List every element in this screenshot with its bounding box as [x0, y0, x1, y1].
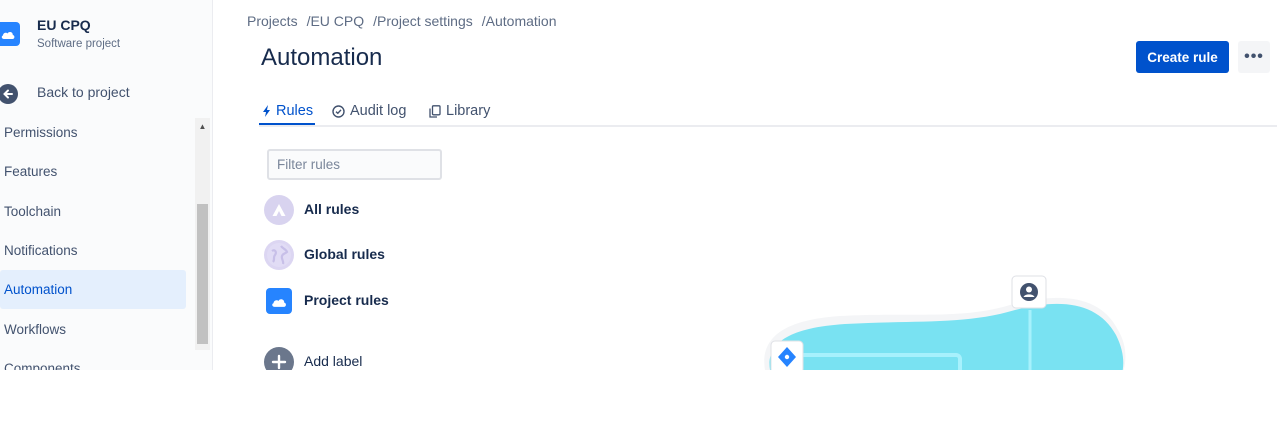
user-node-icon: [1011, 275, 1047, 309]
globe-icon: [264, 240, 294, 270]
rule-group-global[interactable]: Global rules: [264, 240, 385, 270]
back-to-project-link[interactable]: Back to project: [37, 84, 130, 100]
add-label-text: Add label: [304, 353, 363, 369]
sidebar: EU CPQ Software project Back to project …: [0, 0, 213, 370]
automation-illustration: [764, 275, 1126, 370]
bolt-icon: [263, 105, 270, 117]
sidebar-item-workflows[interactable]: Workflows: [0, 310, 186, 349]
check-circle-icon: [332, 104, 345, 118]
breadcrumb-automation[interactable]: Automation: [486, 13, 557, 29]
atlassian-icon: [264, 195, 294, 225]
breadcrumb-project-settings[interactable]: Project settings: [377, 13, 473, 29]
diamond-node-icon: [770, 340, 804, 370]
sidebar-item-components[interactable]: Components: [0, 349, 186, 370]
breadcrumb: Projects/EU CPQ/Project settings/Automat…: [247, 13, 556, 29]
rule-group-label: Global rules: [304, 246, 385, 262]
rule-group-label: Project rules: [304, 292, 389, 308]
page-title: Automation: [261, 44, 383, 71]
breadcrumb-project[interactable]: EU CPQ: [310, 13, 364, 29]
project-avatar[interactable]: [0, 22, 20, 46]
tab-bar: Rules Audit log Library: [259, 96, 1277, 127]
project-type: Software project: [37, 38, 121, 50]
sidebar-item-automation[interactable]: Automation: [0, 270, 186, 309]
rule-group-project[interactable]: Project rules: [264, 286, 389, 316]
scroll-up-arrow-icon[interactable]: ▲: [197, 120, 208, 132]
plus-icon: [264, 347, 294, 370]
active-tab-indicator: [259, 123, 315, 125]
sidebar-item-features[interactable]: Features: [0, 152, 186, 191]
tab-audit-log[interactable]: Audit log: [332, 100, 406, 122]
viewport: EU CPQ Software project Back to project …: [0, 0, 1277, 370]
rule-group-label: All rules: [304, 201, 360, 217]
tab-audit-log-label: Audit log: [350, 103, 407, 119]
rule-group-all[interactable]: All rules: [264, 195, 359, 225]
filter-rules-input[interactable]: [267, 149, 442, 180]
sidebar-item-notifications[interactable]: Notifications: [0, 231, 186, 270]
breadcrumb-projects[interactable]: Projects: [247, 13, 298, 29]
tab-rules[interactable]: Rules: [262, 100, 313, 122]
tab-rules-label: Rules: [276, 103, 314, 119]
copy-icon: [429, 104, 441, 118]
add-label-button[interactable]: Add label: [264, 347, 362, 370]
cloud-icon: [1, 31, 15, 39]
project-name[interactable]: EU CPQ: [37, 17, 91, 33]
tab-library[interactable]: Library: [429, 100, 490, 122]
cloud-icon: [266, 288, 292, 314]
more-actions-button[interactable]: •••: [1238, 41, 1270, 73]
sidebar-item-toolchain[interactable]: Toolchain: [0, 192, 186, 231]
sidebar-item-permissions[interactable]: Permissions: [0, 113, 186, 152]
tab-library-label: Library: [446, 103, 491, 119]
create-rule-button[interactable]: Create rule: [1136, 41, 1229, 73]
arrow-left-icon[interactable]: [0, 84, 18, 104]
sidebar-scroll-thumb[interactable]: [197, 204, 208, 344]
